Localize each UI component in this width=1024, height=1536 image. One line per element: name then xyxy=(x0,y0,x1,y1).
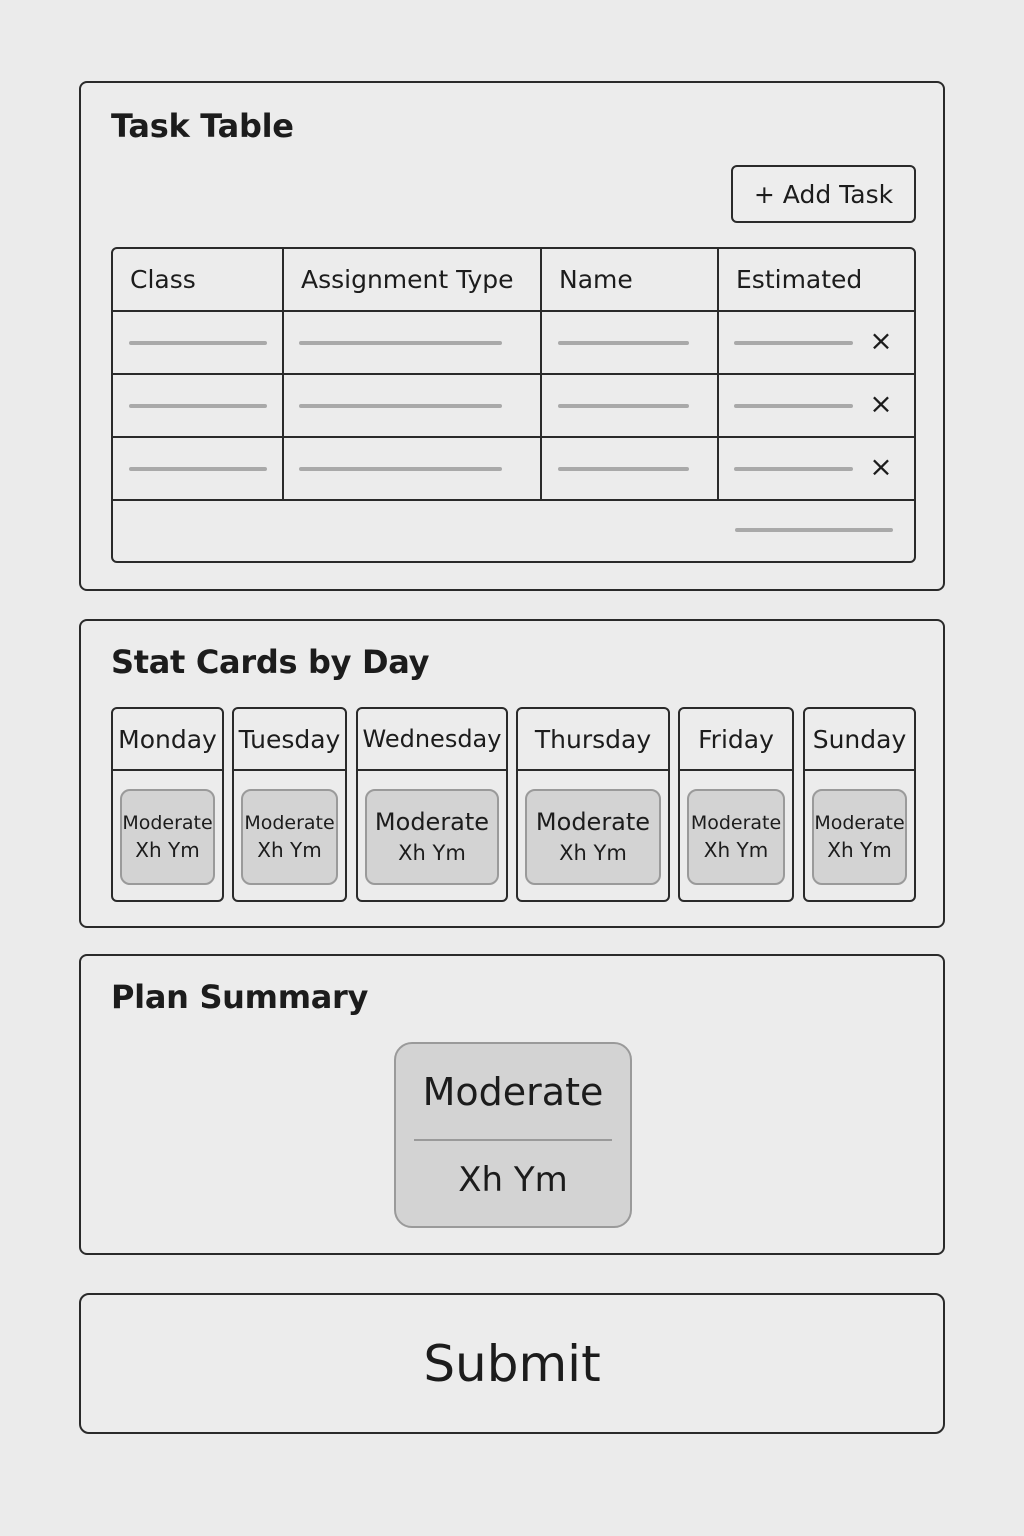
close-icon[interactable]: × xyxy=(866,326,896,356)
estimated-cell[interactable]: × xyxy=(719,312,914,373)
day-stat-badge: Moderate Xh Ym xyxy=(812,789,907,885)
submit-button[interactable]: Submit xyxy=(79,1293,945,1434)
placeholder-line xyxy=(734,341,853,345)
placeholder-line xyxy=(734,404,853,408)
total-placeholder-line xyxy=(735,528,893,532)
day-label: Tuesday xyxy=(234,709,345,771)
close-icon[interactable]: × xyxy=(866,389,896,419)
day-label: Thursday xyxy=(518,709,668,771)
placeholder-line xyxy=(299,467,502,471)
divider xyxy=(414,1139,612,1141)
day-stat-badge: Moderate Xh Ym xyxy=(687,789,785,885)
assignment-type-cell[interactable] xyxy=(284,312,542,373)
table-header-row: Class Assignment Type Name Estimated xyxy=(113,249,914,312)
placeholder-line xyxy=(129,467,267,471)
class-cell[interactable] xyxy=(113,312,284,373)
plan-summary-title: Plan Summary xyxy=(111,978,369,1016)
class-cell[interactable] xyxy=(113,375,284,436)
day-card-sunday: Sunday Moderate Xh Ym xyxy=(803,707,916,902)
column-header-assignment-type: Assignment Type xyxy=(284,249,542,310)
placeholder-line xyxy=(129,341,267,345)
task-table: Class Assignment Type Name Estimated × ×… xyxy=(111,247,916,563)
table-row: × xyxy=(113,375,914,438)
placeholder-line xyxy=(129,404,267,408)
day-label: Monday xyxy=(113,709,222,771)
placeholder-line xyxy=(734,467,853,471)
plan-summary-panel: Plan Summary Moderate Xh Ym xyxy=(79,954,945,1255)
time-estimate: Xh Ym xyxy=(703,838,769,863)
column-header-estimated: Estimated xyxy=(736,265,863,294)
table-row: × xyxy=(113,312,914,375)
assignment-type-cell[interactable] xyxy=(284,438,542,499)
day-card-tuesday: Tuesday Moderate Xh Ym xyxy=(232,707,347,902)
close-icon[interactable]: × xyxy=(866,452,896,482)
column-header-name: Name xyxy=(542,249,719,310)
day-stat-badge: Moderate Xh Ym xyxy=(120,789,215,885)
plan-summary-card: Moderate Xh Ym xyxy=(394,1042,632,1228)
stat-cards-title: Stat Cards by Day xyxy=(111,643,430,681)
day-card-friday: Friday Moderate Xh Ym xyxy=(678,707,794,902)
time-estimate: Xh Ym xyxy=(559,841,627,866)
day-stat-badge: Moderate Xh Ym xyxy=(365,789,499,885)
day-card-wednesday: Wednesday Moderate Xh Ym xyxy=(356,707,508,902)
table-footer-row xyxy=(113,501,914,561)
workload-level: Moderate xyxy=(374,807,490,836)
workload-level: Moderate xyxy=(122,811,213,834)
time-estimate: Xh Ym xyxy=(458,1160,568,1200)
name-cell[interactable] xyxy=(542,312,719,373)
day-card-monday: Monday Moderate Xh Ym xyxy=(111,707,224,902)
day-card-thursday: Thursday Moderate Xh Ym xyxy=(516,707,670,902)
name-cell[interactable] xyxy=(542,438,719,499)
class-cell[interactable] xyxy=(113,438,284,499)
add-task-button[interactable]: + Add Task xyxy=(731,165,916,223)
day-stat-badge: Moderate Xh Ym xyxy=(241,789,338,885)
workload-level: Moderate xyxy=(814,811,905,834)
workload-level: Moderate xyxy=(244,811,335,834)
day-label: Wednesday xyxy=(358,709,506,771)
time-estimate: Xh Ym xyxy=(398,841,466,866)
column-header-class: Class xyxy=(113,249,284,310)
estimated-cell[interactable]: × xyxy=(719,438,914,499)
workload-level: Moderate xyxy=(422,1070,604,1114)
assignment-type-cell[interactable] xyxy=(284,375,542,436)
time-estimate: Xh Ym xyxy=(827,838,892,863)
day-stat-badge: Moderate Xh Ym xyxy=(525,789,661,885)
workload-level: Moderate xyxy=(535,807,651,836)
table-row: × xyxy=(113,438,914,501)
task-table-title: Task Table xyxy=(111,107,294,145)
placeholder-line xyxy=(558,467,689,471)
time-estimate: Xh Ym xyxy=(257,838,322,863)
stat-cards-panel: Stat Cards by Day Monday Moderate Xh Ym … xyxy=(79,619,945,928)
placeholder-line xyxy=(299,404,502,408)
name-cell[interactable] xyxy=(542,375,719,436)
task-table-panel: Task Table + Add Task Class Assignment T… xyxy=(79,81,945,591)
day-label: Friday xyxy=(680,709,792,771)
placeholder-line xyxy=(558,404,689,408)
estimated-cell[interactable]: × xyxy=(719,375,914,436)
workload-level: Moderate xyxy=(690,811,782,834)
placeholder-line xyxy=(558,341,689,345)
time-estimate: Xh Ym xyxy=(135,838,200,863)
day-label: Sunday xyxy=(805,709,914,771)
placeholder-line xyxy=(299,341,502,345)
